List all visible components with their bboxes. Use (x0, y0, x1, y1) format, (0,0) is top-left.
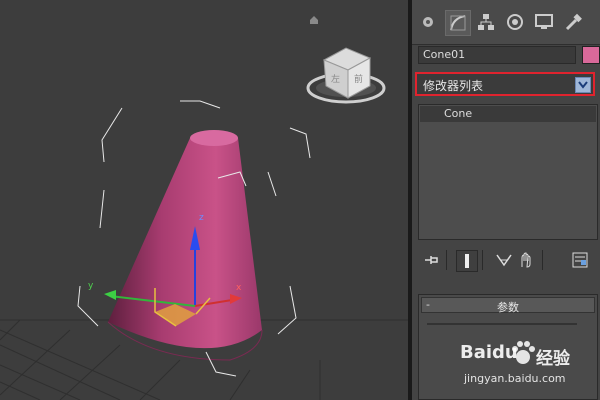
display-tab[interactable] (532, 10, 556, 34)
axis-z-label: z (199, 213, 204, 223)
make-unique-button[interactable] (494, 250, 514, 270)
make-unique-icon (496, 254, 512, 267)
hierarchy-tab[interactable] (474, 10, 498, 34)
pin-stack-button[interactable] (422, 250, 442, 270)
pin-stack-icon (425, 256, 438, 264)
viewcube-face-front: 前 (354, 73, 363, 85)
cone-object (107, 130, 263, 361)
chevron-down-icon[interactable] (575, 77, 591, 93)
utilities-icon (565, 13, 582, 31)
configure-modifier-sets-button[interactable] (570, 250, 590, 270)
viewcube: 左 前 (306, 47, 386, 104)
modifier-list-dropdown[interactable]: 修改器列表 (415, 72, 595, 96)
modifier-stack-toolbar (418, 248, 598, 272)
display-icon (535, 14, 553, 29)
watermark-brand: Baidu (460, 342, 518, 363)
object-color-swatch[interactable] (582, 46, 600, 64)
remove-modifier-icon (521, 252, 531, 268)
create-tab[interactable] (416, 10, 440, 34)
rollout-divider (427, 323, 577, 325)
watermark-url: jingyan.baidu.com (464, 372, 566, 385)
parameters-rollout-header[interactable]: - 参数 (421, 297, 595, 314)
modifier-list-label: 修改器列表 (423, 79, 484, 93)
object-name-field[interactable] (418, 46, 576, 64)
parameters-rollout-title: 参数 (497, 301, 519, 314)
home-icon (310, 16, 318, 24)
motion-tab[interactable] (503, 10, 527, 34)
modify-icon (450, 15, 466, 31)
configure-modifier-sets-icon (572, 252, 588, 268)
viewcube-face-left: 左 (331, 73, 340, 85)
command-panel-tabs (412, 0, 600, 45)
modifier-stack[interactable]: Cone (418, 104, 598, 240)
viewport-canvas: z y x 左 前 (0, 16, 408, 400)
modify-tab[interactable] (445, 10, 471, 36)
axis-x-label: x (236, 283, 242, 293)
baidu-jingyan-watermark: Baidu 经验 jingyan.baidu.com (430, 330, 598, 400)
create-icon (423, 17, 433, 27)
hierarchy-icon (478, 14, 494, 30)
utilities-tab[interactable] (561, 10, 585, 34)
motion-icon (507, 14, 523, 30)
show-end-result-button[interactable] (456, 250, 478, 272)
watermark-product: 经验 (536, 349, 570, 369)
stack-item-cone[interactable]: Cone (420, 106, 596, 122)
axis-y-label: y (88, 281, 94, 291)
perspective-viewport[interactable]: z y x 左 前 (0, 0, 408, 400)
remove-modifier-button[interactable] (516, 250, 536, 270)
show-end-result-icon (465, 254, 469, 268)
